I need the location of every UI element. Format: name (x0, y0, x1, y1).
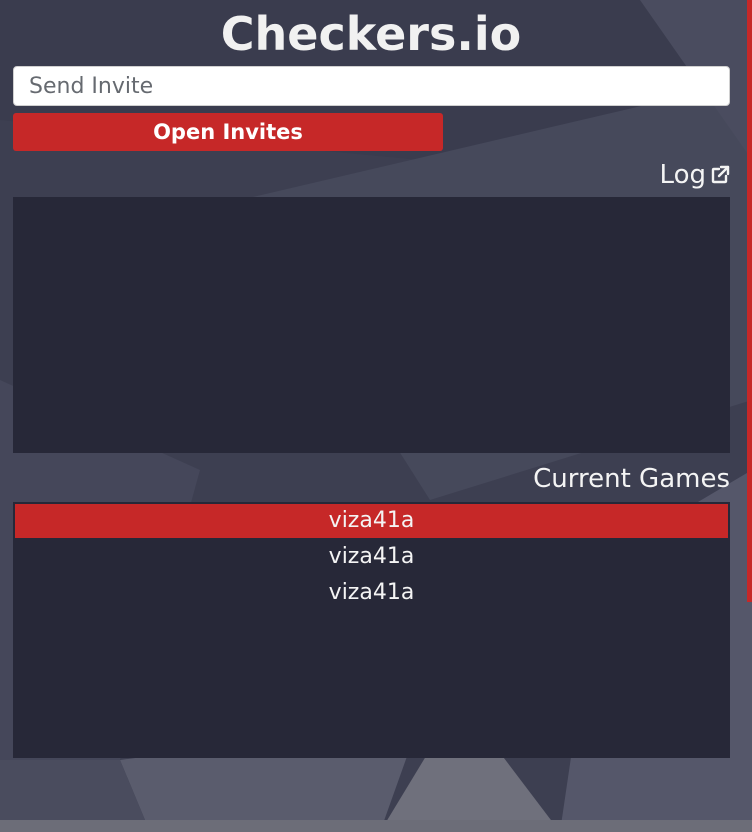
bottom-edge (0, 820, 752, 832)
game-list-item[interactable]: viza41a (15, 540, 728, 574)
log-panel (13, 197, 730, 453)
send-invite-input[interactable] (13, 66, 730, 106)
current-games-heading: Current Games (533, 464, 730, 494)
game-list-item[interactable]: viza41a (15, 576, 728, 610)
game-list-item[interactable]: viza41a (15, 504, 728, 538)
main-panel: Checkers.io Open Invites Log Current Gam… (0, 0, 752, 832)
open-invites-button[interactable]: Open Invites (13, 113, 443, 151)
scrollbar[interactable] (747, 0, 752, 602)
external-link-icon (710, 165, 730, 185)
app-title: Checkers.io (220, 7, 522, 61)
log-link[interactable]: Log (660, 157, 730, 193)
log-label: Log (659, 160, 706, 190)
current-games-list[interactable]: viza41a viza41a viza41a (13, 502, 730, 758)
